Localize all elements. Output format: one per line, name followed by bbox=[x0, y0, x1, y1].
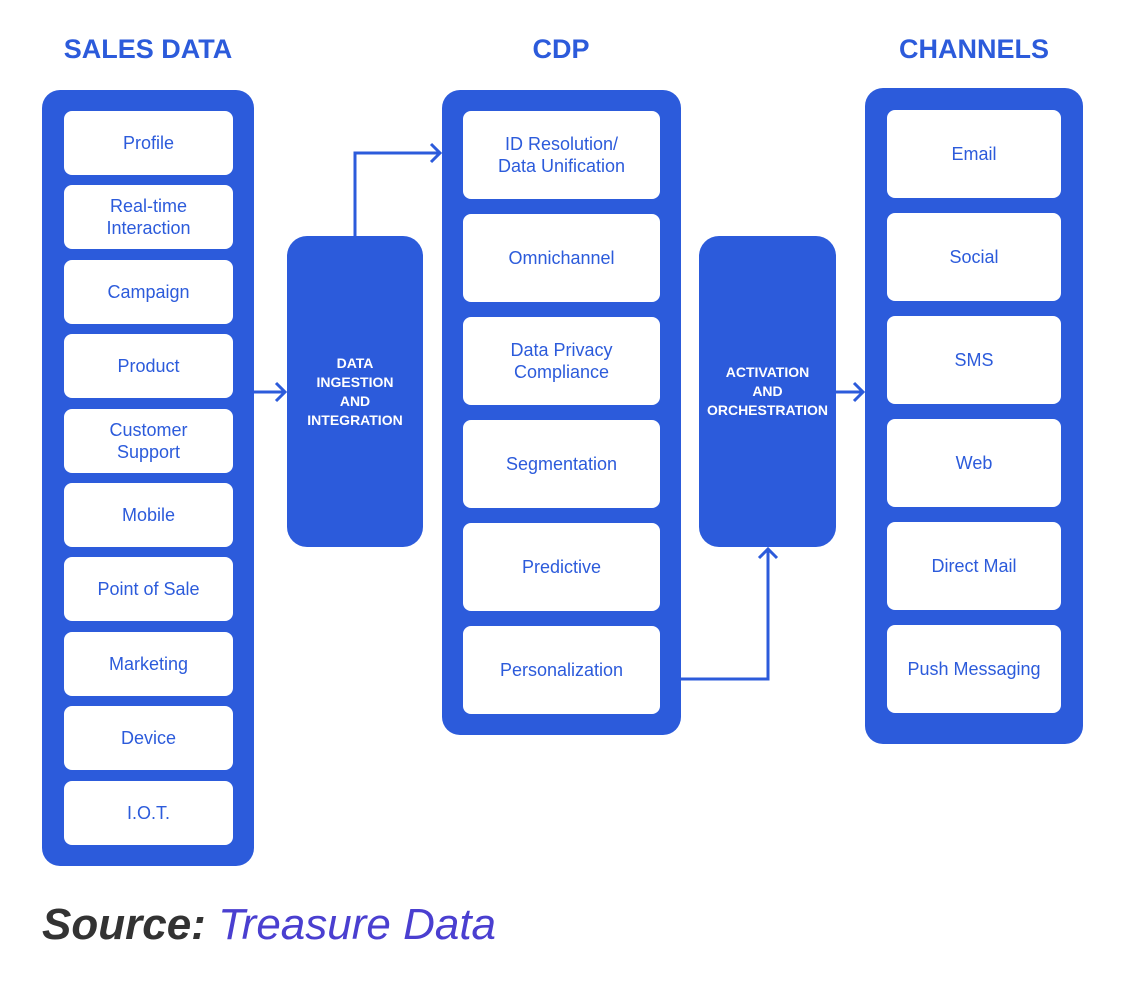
cdp-item: ID Resolution/ Data Unification bbox=[463, 111, 660, 199]
sales-data-item: Mobile bbox=[64, 483, 233, 547]
sales-data-item: Point of Sale bbox=[64, 557, 233, 622]
cdp-item: Data Privacy Compliance bbox=[463, 317, 660, 405]
cdp-diagram: SALES DATA CDP CHANNELS DATA INGESTION A… bbox=[0, 0, 1125, 982]
cdp-item: Predictive bbox=[463, 523, 660, 611]
sales-data-item: Marketing bbox=[64, 631, 233, 696]
arrow-cdp-to-activation bbox=[681, 546, 779, 681]
sales-data-item: Customer Support bbox=[64, 408, 233, 473]
sales-data-item: Product bbox=[64, 334, 233, 399]
channel-item: Email bbox=[887, 110, 1061, 198]
channel-item: SMS bbox=[887, 316, 1061, 404]
source-label: Source: bbox=[42, 900, 206, 949]
sales-data-item: I.O.T. bbox=[64, 780, 233, 845]
sales-data-item: Device bbox=[64, 706, 233, 771]
arrow-ingestion-to-cdp bbox=[353, 142, 443, 236]
cdp-item: Segmentation bbox=[463, 420, 660, 508]
channel-item: Social bbox=[887, 213, 1061, 301]
channel-item: Web bbox=[887, 419, 1061, 507]
source-caption: Source: Treasure Data bbox=[42, 900, 496, 950]
arrow-activation-to-channels bbox=[836, 381, 866, 403]
channel-item: Direct Mail bbox=[887, 522, 1061, 610]
arrow-sales-to-ingestion bbox=[254, 381, 288, 403]
cdp-item: Omnichannel bbox=[463, 214, 660, 302]
channel-item: Push Messaging bbox=[887, 625, 1061, 713]
source-value: Treasure Data bbox=[218, 900, 497, 949]
sales-data-item: Real-time Interaction bbox=[64, 185, 233, 250]
cdp-item: Personalization bbox=[463, 626, 660, 714]
sales-data-item: Campaign bbox=[64, 259, 233, 324]
sales-data-item: Profile bbox=[64, 111, 233, 175]
